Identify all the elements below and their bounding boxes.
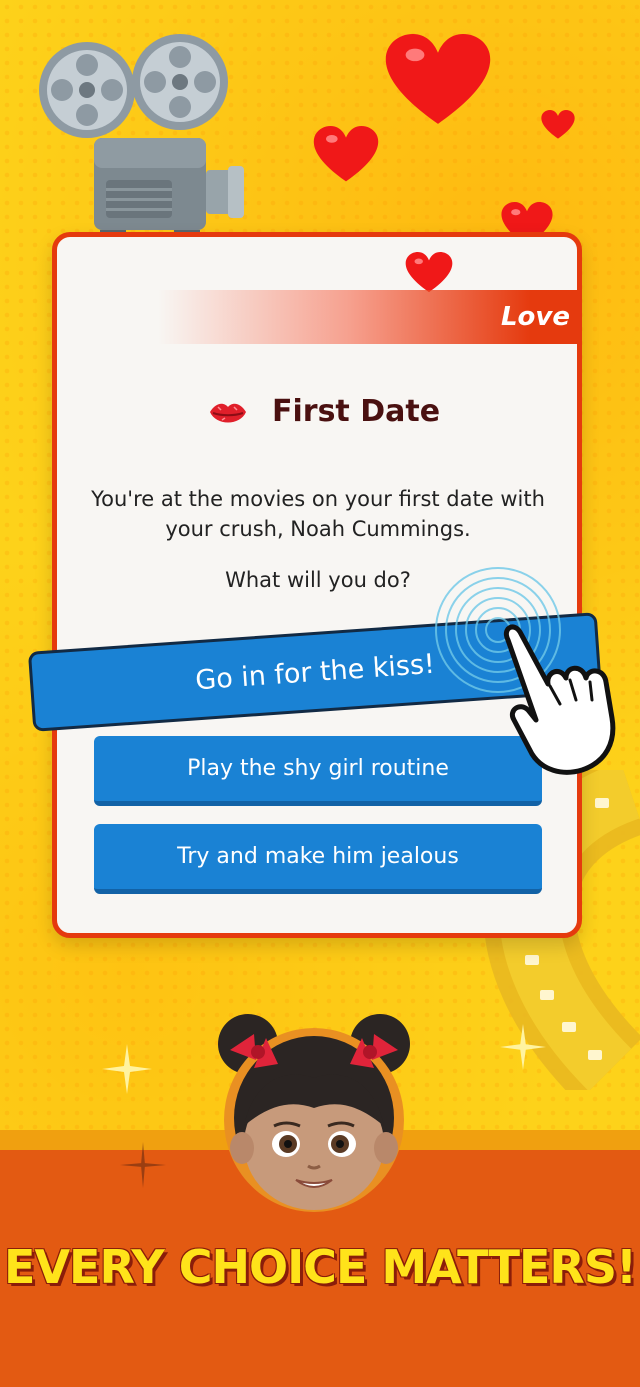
sparkle-icon — [102, 1044, 152, 1094]
film-projector-icon — [39, 34, 244, 240]
heart-icon — [405, 252, 453, 293]
app-screen: Love First Date You're at the movies on … — [0, 0, 640, 1387]
heart-icon — [313, 126, 379, 182]
scenario-title: First Date — [272, 394, 441, 429]
tagline: EVERY CHOICE MATTERS! — [4, 1240, 637, 1294]
kiss-lips-icon — [210, 403, 246, 423]
choice-button-shy[interactable]: Play the shy girl routine — [94, 736, 542, 806]
heart-icon — [385, 34, 491, 124]
heart-icon — [541, 110, 575, 139]
avatar-girl-icon — [218, 1014, 410, 1212]
sparkle-icon — [500, 1024, 546, 1070]
scenario-description: You're at the movies on your first date … — [91, 487, 545, 541]
category-label: Love — [500, 302, 570, 332]
tap-hand-icon — [504, 624, 616, 775]
choice-button-jealous[interactable]: Try and make him jealous — [94, 824, 542, 894]
sparkle-icon — [120, 1142, 166, 1188]
